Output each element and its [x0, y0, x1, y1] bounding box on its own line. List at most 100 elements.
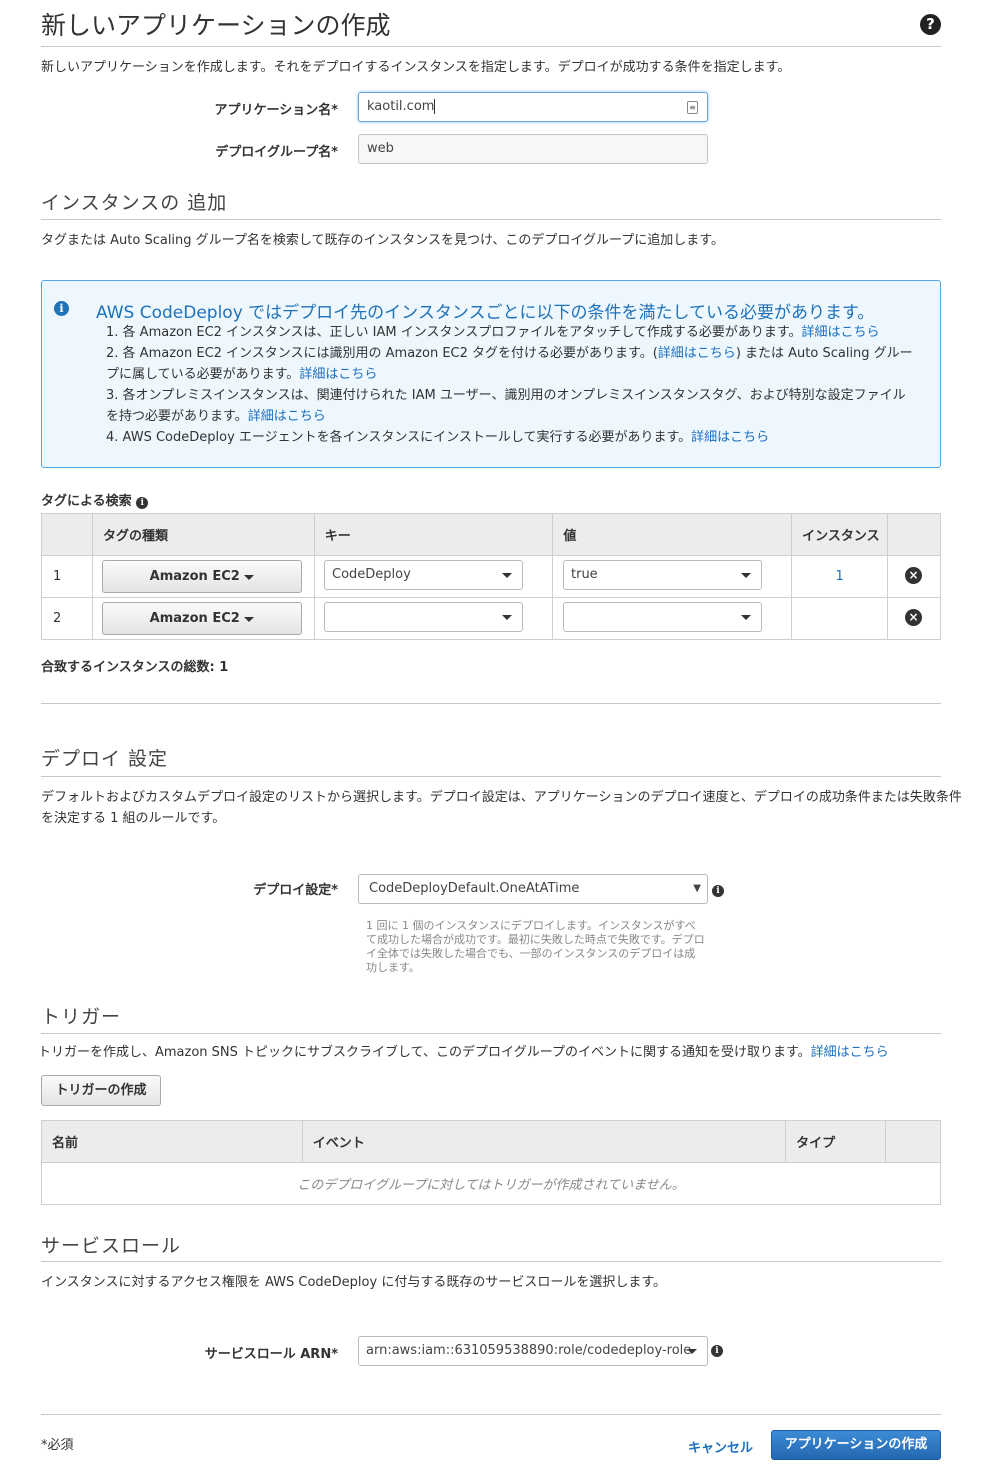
item-text: 各 Amazon EC2 インスタンスには識別用の Amazon EC2 タグを…: [122, 346, 658, 361]
learn-more-link[interactable]: 詳細はこちら: [691, 430, 769, 445]
deploy-config-select[interactable]: CodeDeployDefault.OneAtATime ▼: [358, 874, 708, 904]
deploy-config-description-line1: デフォルトおよびカスタムデプロイ設定のリストから選択します。デプロイ設定は、アプ…: [41, 790, 962, 805]
item-text: 各オンプレミスインスタンスは、関連付けられた IAM ユーザー、識別用のオンプレ…: [106, 388, 906, 424]
group-name-label: デプロイグループ名*: [215, 145, 338, 160]
learn-more-link[interactable]: 詳細はこちら: [658, 346, 736, 361]
group-name-value: web: [367, 141, 394, 156]
caret-down-icon: [244, 617, 255, 622]
group-name-input[interactable]: web: [358, 134, 708, 164]
requirement-item: 2. 各 Amazon EC2 インスタンスには識別用の Amazon EC2 …: [106, 343, 916, 385]
requirement-item: 3. 各オンプレミスインスタンスは、関連付けられた IAM ユーザー、識別用のオ…: [106, 385, 916, 427]
service-role-info-icon[interactable]: i: [711, 1345, 723, 1357]
service-role-select[interactable]: arn:aws:iam::631059538890:role/codedeplo…: [358, 1336, 708, 1366]
caret-down-icon: [502, 573, 512, 578]
deploy-config-hint: 1 回に 1 個のインスタンスにデプロイします。インスタンスがすべて成功した場合…: [366, 919, 705, 974]
column-header-name: 名前: [41, 1120, 303, 1163]
column-header-actions: [885, 1120, 941, 1163]
column-header-instances: インスタンス: [791, 513, 889, 556]
tag-search-heading: タグによる検索 i: [41, 490, 149, 509]
tag-key-select[interactable]: CodeDeploy: [324, 560, 523, 590]
triggers-table: 名前 イベント タイプ このデプロイグループに対してはトリガーが作成されていませ…: [41, 1120, 941, 1205]
help-icon[interactable]: ?: [920, 14, 941, 35]
tag-type-label: Amazon EC2: [149, 569, 240, 584]
triggers-learn-more-link[interactable]: 詳細はこちら: [811, 1045, 889, 1060]
tag-search-info-icon[interactable]: i: [136, 497, 149, 509]
requirements-list: 1. 各 Amazon EC2 インスタンスは、正しい IAM インスタンスプロ…: [106, 322, 916, 448]
page-description: 新しいアプリケーションを作成します。それをデプロイするインスタンスを指定します。…: [41, 60, 791, 75]
table-header-row: 名前 イベント タイプ: [41, 1120, 941, 1163]
select-arrow-icon: ▼: [693, 883, 701, 894]
contact-card-icon[interactable]: ≡: [687, 101, 698, 114]
service-role-description: インスタンスに対するアクセス権限を AWS CodeDeploy に付与する既存…: [41, 1275, 667, 1290]
tag-value-value: true: [571, 567, 598, 582]
required-note: *必須: [41, 1438, 74, 1453]
section-divider: [41, 703, 941, 704]
table-row: このデプロイグループに対してはトリガーが作成されていません。: [41, 1162, 941, 1205]
instances-count-link[interactable]: [791, 597, 889, 640]
caret-down-icon: [244, 575, 255, 580]
create-application-button[interactable]: アプリケーションの作成: [771, 1430, 941, 1460]
item-number: 1.: [106, 325, 119, 340]
page-title: 新しいアプリケーションの作成: [41, 11, 391, 40]
deploy-config-divider: [41, 776, 941, 777]
learn-more-link[interactable]: 詳細はこちら: [802, 325, 880, 340]
learn-more-link[interactable]: 詳細はこちら: [248, 409, 326, 424]
caret-down-icon: [741, 573, 751, 578]
caret-down-icon: [741, 615, 751, 620]
row-index: 2: [41, 597, 93, 640]
tag-type-dropdown-button[interactable]: Amazon EC2: [102, 602, 302, 635]
instances-divider: [41, 219, 941, 220]
matching-instances-total: 合致するインスタンスの総数: 1: [41, 660, 229, 675]
service-role-label: サービスロール ARN*: [204, 1347, 338, 1362]
column-header-tag-type: タグの種類: [91, 513, 315, 556]
info-icon: i: [54, 301, 69, 316]
column-header-value: 値: [552, 513, 793, 556]
deploy-config-description-line2: を決定する 1 組のルールです。: [41, 811, 226, 826]
app-name-input[interactable]: kaotil.com ≡: [358, 92, 708, 122]
deploy-config-label: デプロイ設定*: [253, 883, 338, 898]
deploy-config-info-icon[interactable]: i: [712, 885, 724, 897]
tag-value-select[interactable]: true: [563, 560, 762, 590]
tag-value-select[interactable]: [563, 602, 762, 632]
instances-count-link[interactable]: 1: [791, 555, 889, 598]
cancel-link[interactable]: キャンセル: [688, 1437, 753, 1456]
column-header-index: [41, 513, 93, 556]
title-divider: [41, 46, 941, 47]
column-header-event: イベント: [301, 1120, 787, 1163]
deploy-config-section-title: デプロイ 設定: [41, 748, 169, 770]
tag-search-label: タグによる検索: [41, 494, 132, 509]
triggers-description-text: トリガーを作成し、Amazon SNS トピックにサブスクライブして、このデプロ…: [38, 1045, 811, 1060]
caret-down-icon: [502, 615, 512, 620]
tag-key-select[interactable]: [324, 602, 523, 632]
app-name-label: アプリケーション名*: [214, 103, 338, 118]
tag-type-dropdown-button[interactable]: Amazon EC2: [102, 560, 302, 593]
row-index: 1: [41, 555, 93, 598]
column-header-key: キー: [313, 513, 554, 556]
triggers-divider: [41, 1033, 941, 1034]
item-text: AWS CodeDeploy エージェントを各インスタンスにインストールして実行…: [122, 430, 692, 445]
requirement-item: 1. 各 Amazon EC2 インスタンスは、正しい IAM インスタンスプロ…: [106, 322, 916, 343]
remove-row-icon[interactable]: ×: [905, 567, 922, 584]
info-box-title: AWS CodeDeploy ではデプロイ先のインスタンスごとに以下の条件を満た…: [96, 303, 875, 323]
requirement-item: 4. AWS CodeDeploy エージェントを各インスタンスにインストールし…: [106, 427, 916, 448]
learn-more-link[interactable]: 詳細はこちら: [299, 367, 377, 382]
item-number: 4.: [106, 430, 119, 445]
service-role-divider: [41, 1261, 941, 1262]
item-number: 2.: [106, 346, 119, 361]
service-role-section-title: サービスロール: [41, 1235, 182, 1257]
triggers-empty-message: このデプロイグループに対してはトリガーが作成されていません。: [41, 1162, 941, 1205]
column-header-actions: [887, 513, 941, 556]
create-trigger-button[interactable]: トリガーの作成: [41, 1075, 161, 1106]
instances-section-title: インスタンスの 追加: [41, 192, 228, 214]
item-number: 3.: [106, 388, 119, 403]
triggers-description: トリガーを作成し、Amazon SNS トピックにサブスクライブして、このデプロ…: [38, 1041, 889, 1060]
tag-type-label: Amazon EC2: [149, 611, 240, 626]
footer-divider: [41, 1414, 941, 1415]
remove-row-icon[interactable]: ×: [905, 609, 922, 626]
app-name-value: kaotil.com: [367, 99, 435, 114]
column-header-type: タイプ: [785, 1120, 887, 1163]
item-text: 各 Amazon EC2 インスタンスは、正しい IAM インスタンスプロファイ…: [122, 325, 802, 340]
instances-description: タグまたは Auto Scaling グループ名を検索して既存のインスタンスを見…: [41, 233, 724, 248]
caret-down-icon: [687, 1349, 697, 1354]
triggers-section-title: トリガー: [41, 1006, 122, 1028]
